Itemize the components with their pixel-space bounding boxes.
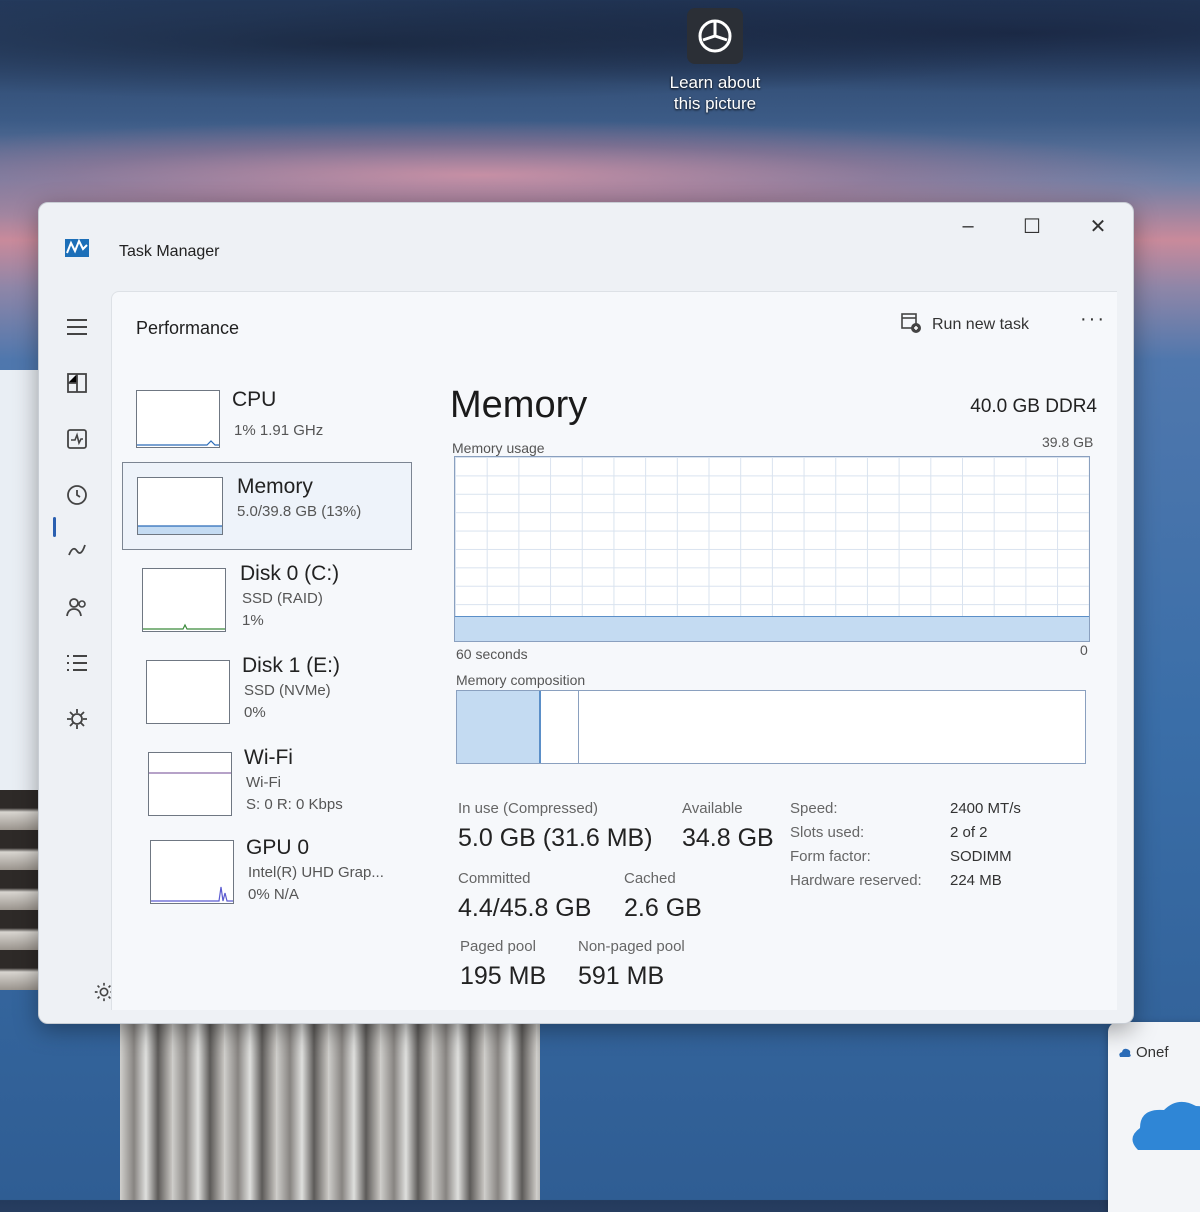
camera-icon (687, 8, 743, 64)
page-title: Performance (136, 318, 240, 338)
committed-label: Committed (458, 870, 531, 887)
window-title: Task Manager (119, 243, 220, 260)
maximize-button[interactable]: ☐ (1009, 211, 1055, 241)
wifi-thumbnail (148, 752, 232, 816)
menu-icon[interactable] (63, 313, 91, 341)
disk1-thumbnail (146, 660, 230, 724)
app-history-icon[interactable] (63, 481, 91, 509)
resource-name: Disk 0 (C:) (240, 562, 340, 585)
memory-composition-label: Memory composition (456, 672, 586, 688)
background-window-edge (0, 370, 40, 790)
resource-detail: 5.0/39.8 GB (13%) (237, 503, 362, 520)
resource-name: Wi-Fi (244, 746, 293, 769)
resource-usage: 1% (242, 612, 264, 629)
performance-page: Performance Run new task ··· CPU 1% 1.91… (111, 291, 1117, 1010)
spec-value: 2 of 2 (950, 824, 988, 841)
non-paged-pool-label: Non-paged pool (578, 938, 685, 955)
spec-value: 224 MB (950, 872, 1002, 889)
resource-item-memory[interactable]: Memory 5.0/39.8 GB (13%) (122, 462, 412, 550)
details-icon[interactable] (63, 649, 91, 677)
onedrive-label: Onef (1136, 1044, 1169, 1061)
memory-max-label: 39.8 GB (1042, 434, 1094, 450)
onedrive-flyout[interactable]: Onef (1108, 1022, 1200, 1212)
resource-item-disk1[interactable]: Disk 1 (E:) SSD (NVMe) 0% (122, 650, 410, 736)
services-icon[interactable] (63, 705, 91, 733)
available-label: Available (682, 800, 743, 817)
performance-icon[interactable] (63, 425, 91, 453)
paged-pool-value: 195 MB (460, 962, 547, 990)
learn-about-picture-icon[interactable]: Learn about this picture (660, 8, 770, 114)
non-paged-pool-value: 591 MB (578, 962, 665, 990)
memory-thumbnail (137, 477, 223, 535)
resource-name: CPU (232, 388, 277, 411)
run-task-icon (900, 312, 922, 339)
spec-key: Slots used: (790, 824, 865, 841)
cached-label: Cached (624, 870, 676, 887)
wallpaper-clouds (0, 0, 1200, 110)
startup-apps-icon[interactable] (63, 537, 91, 565)
spec-value: SODIMM (950, 848, 1012, 865)
graph-zero-label: 0 (1080, 642, 1088, 658)
onedrive-small-icon (1118, 1046, 1132, 1064)
cached-value: 2.6 GB (624, 894, 702, 922)
composition-in-use (457, 691, 541, 763)
run-new-task-button[interactable]: Run new task (900, 308, 1029, 342)
run-task-label: Run new task (932, 316, 1029, 333)
task-manager-window: Task Manager – ☐ ✕ Performance Run new t… (38, 202, 1134, 1024)
graph-time-label: 60 seconds (456, 646, 528, 662)
paged-pool-label: Paged pool (460, 938, 536, 955)
wallpaper-pier (120, 1015, 540, 1200)
cpu-thumbnail (136, 390, 220, 448)
resource-usage: 0% (244, 704, 266, 721)
resource-item-wifi[interactable]: Wi-Fi Wi-Fi S: 0 R: 0 Kbps (122, 742, 410, 828)
title-bar[interactable]: Task Manager – ☐ ✕ (39, 203, 1133, 291)
resource-name: Disk 1 (E:) (242, 654, 341, 677)
processes-icon[interactable] (63, 369, 91, 397)
more-options-button[interactable]: ··· (1080, 308, 1106, 331)
resource-name: Memory (237, 475, 313, 498)
memory-usage-fill (455, 616, 1089, 641)
learn-about-label: Learn about this picture (669, 73, 761, 113)
resource-item-gpu[interactable]: GPU 0 Intel(R) UHD Grap... 0% N/A (122, 830, 410, 916)
memory-composition-bar (456, 690, 1086, 764)
resource-detail: SSD (RAID) (242, 590, 323, 607)
resource-detail: Intel(R) UHD Grap... (248, 864, 384, 881)
spec-value: 2400 MT/s (950, 800, 1021, 817)
onedrive-cloud-icon (1126, 1094, 1200, 1159)
available-value: 34.8 GB (682, 824, 774, 852)
nav-rail (39, 291, 111, 1023)
resource-detail: SSD (NVMe) (244, 682, 331, 699)
minimize-button[interactable]: – (945, 211, 991, 241)
memory-total-spec: 40.0 GB DDR4 (970, 396, 1097, 417)
committed-value: 4.4/45.8 GB (458, 894, 592, 922)
resource-detail: 1% 1.91 GHz (234, 422, 324, 439)
in-use-label: In use (Compressed) (458, 800, 599, 817)
in-use-value: 5.0 GB (31.6 MB) (458, 824, 653, 852)
resource-item-disk0[interactable]: Disk 0 (C:) SSD (RAID) 1% (122, 558, 410, 644)
task-manager-icon (65, 238, 89, 262)
resource-detail: Wi-Fi (246, 774, 281, 791)
nav-active-indicator (53, 517, 56, 537)
resource-item-cpu[interactable]: CPU 1% 1.91 GHz (122, 380, 410, 466)
spec-key: Form factor: (790, 848, 871, 865)
resource-throughput: S: 0 R: 0 Kbps (246, 796, 343, 813)
spec-key: Hardware reserved: (790, 872, 922, 889)
users-icon[interactable] (63, 593, 91, 621)
composition-modified (540, 691, 580, 763)
resource-usage: 0% N/A (248, 886, 299, 903)
memory-usage-label: Memory usage (452, 440, 545, 456)
close-button[interactable]: ✕ (1075, 211, 1121, 241)
resource-name: GPU 0 (246, 836, 310, 859)
gpu-thumbnail (150, 840, 234, 904)
memory-title: Memory (450, 384, 588, 426)
disk0-thumbnail (142, 568, 226, 632)
memory-usage-graph (454, 456, 1090, 642)
spec-key: Speed: (790, 800, 838, 817)
